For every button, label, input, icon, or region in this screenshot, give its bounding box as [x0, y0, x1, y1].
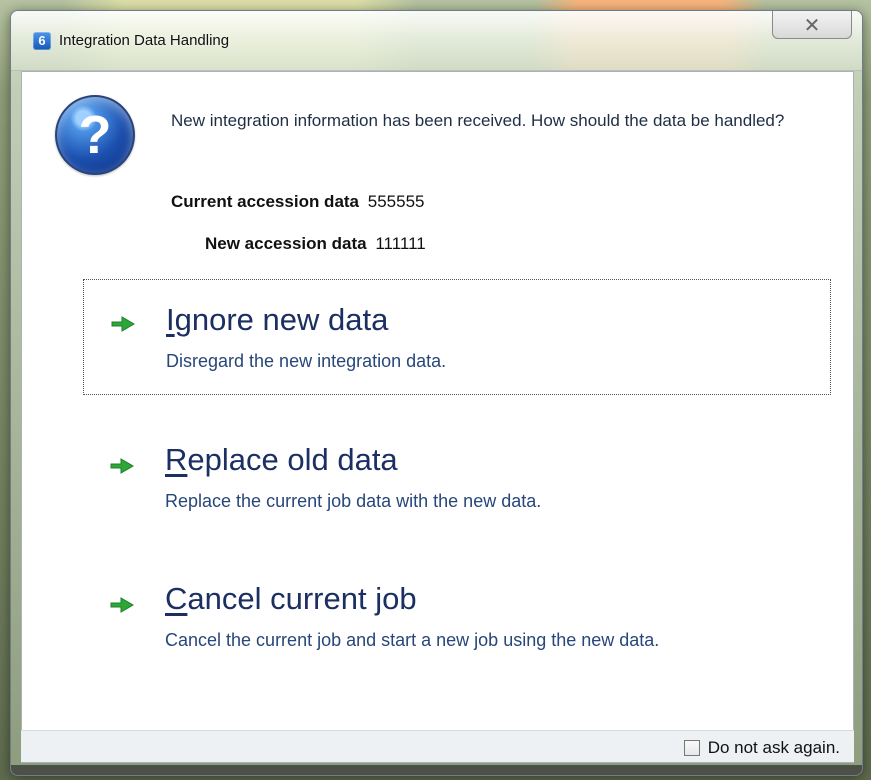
dialog-message: New integration information has been rec… — [171, 111, 785, 130]
current-accession-value: 555555 — [367, 192, 425, 211]
replace-old-data-option[interactable]: Replace old data Replace the current job… — [83, 422, 831, 530]
ignore-new-data-title: Ignore new data — [166, 302, 389, 337]
question-icon: ? — [55, 95, 135, 175]
window-bottom-bar — [11, 765, 862, 775]
dialog-footer: Do not ask again. — [21, 730, 854, 762]
replace-old-data-description: Replace the current job data with the ne… — [165, 491, 542, 511]
replace-old-data-title: Replace old data — [165, 442, 398, 477]
cancel-current-job-option[interactable]: Cancel current job Cancel the current jo… — [83, 561, 831, 691]
current-accession-label: Current accession data — [171, 192, 360, 211]
new-accession-value: 111111 — [375, 234, 426, 253]
new-accession-line: New accession data 111111 — [205, 234, 426, 254]
cancel-current-job-description: Cancel the current job and start a new j… — [165, 630, 660, 650]
right-arrow-icon — [110, 597, 134, 613]
right-arrow-icon — [110, 458, 134, 474]
ignore-new-data-option[interactable]: Ignore new data Disregard the new integr… — [83, 279, 831, 395]
ignore-new-data-description: Disregard the new integration data. — [166, 351, 447, 371]
new-accession-label: New accession data — [205, 234, 367, 253]
current-accession-line: Current accession data 555555 — [171, 192, 424, 212]
app-icon: 6 — [33, 31, 51, 50]
close-button[interactable]: ✕ — [772, 11, 852, 39]
right-arrow-icon — [111, 316, 135, 332]
window-titlebar: 6 Integration Data Handling ✕ — [11, 11, 862, 71]
checkbox-icon[interactable] — [683, 740, 700, 756]
close-icon: ✕ — [803, 12, 821, 37]
window-title: Integration Data Handling — [59, 32, 230, 49]
cancel-current-job-title: Cancel current job — [165, 581, 417, 616]
do-not-ask-again-label: Do not ask again. — [707, 738, 840, 757]
do-not-ask-again-checkbox[interactable]: Do not ask again. — [683, 738, 840, 758]
dialog-window: 6 Integration Data Handling ✕ ? New inte… — [10, 10, 863, 776]
